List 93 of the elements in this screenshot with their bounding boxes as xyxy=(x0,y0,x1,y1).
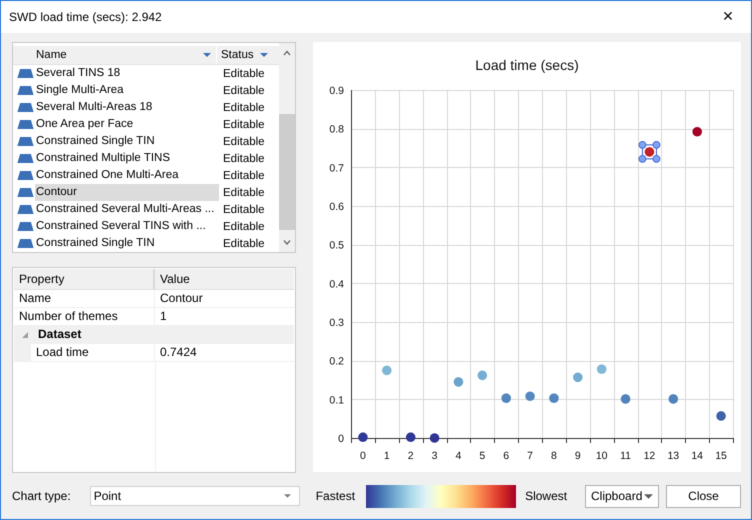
dropdown-icon[interactable] xyxy=(203,53,211,57)
table-cell-text: Editable xyxy=(222,84,266,96)
x-tick-label: 6 xyxy=(503,450,510,462)
list-item[interactable]: Several Multi-Areas 18 xyxy=(35,99,219,116)
data-point[interactable] xyxy=(406,432,416,442)
list-item[interactable]: Several TINS 18 xyxy=(35,65,219,82)
list-item[interactable]: Contour xyxy=(35,184,219,201)
list-item[interactable]: Single Multi-Area xyxy=(35,82,219,99)
y-tick-label: 0.3 xyxy=(329,317,344,329)
chart-type-label: Chart type: xyxy=(12,489,71,503)
y-tick-label: 0.2 xyxy=(329,356,344,368)
property-name: Name xyxy=(14,290,155,307)
column-header: Value xyxy=(159,271,191,288)
property-value[interactable]: 0.7424 xyxy=(155,344,294,361)
table-cell-text: Editable xyxy=(222,220,266,232)
chart-type-dropdown[interactable]: Point xyxy=(90,486,300,506)
y-tick-label: 0.5 xyxy=(329,240,344,252)
y-tick-label: 0.9 xyxy=(329,85,344,97)
y-tick-label: 0 xyxy=(338,433,344,445)
list-item[interactable]: Constrained Multiple TINS xyxy=(35,150,219,167)
x-tick-label: 15 xyxy=(715,450,727,462)
layer-icon xyxy=(17,103,34,112)
x-tick-label: 14 xyxy=(691,450,704,462)
list-item[interactable]: One Area per Face xyxy=(35,116,219,133)
list-item[interactable]: Constrained Single TIN xyxy=(35,133,219,150)
layer-icon xyxy=(17,154,34,163)
y-tick-label: 0.1 xyxy=(329,394,344,406)
x-tick-label: 7 xyxy=(527,450,533,462)
property-name: Number of themes xyxy=(14,308,155,325)
chart-title: Load time (secs) xyxy=(475,57,579,73)
layer-icon xyxy=(17,222,34,231)
data-point[interactable] xyxy=(644,147,654,157)
category-label: Dataset xyxy=(38,326,82,343)
expanded-icon[interactable] xyxy=(22,332,28,338)
list-item[interactable]: Constrained Single TIN xyxy=(35,235,219,252)
selection-handles[interactable] xyxy=(638,140,660,163)
x-tick-label: 9 xyxy=(574,450,581,462)
data-point[interactable] xyxy=(358,432,368,442)
x-tick-label: 13 xyxy=(667,450,680,462)
table-cell-text: Editable xyxy=(222,118,266,130)
window-title: SWD load time (secs): 2.942 xyxy=(8,10,162,24)
layer-icon xyxy=(17,239,34,248)
list-item[interactable]: Constrained Several Multi-Areas ... xyxy=(35,201,219,218)
x-tick-label: 8 xyxy=(551,450,557,462)
table-cell-text: Editable xyxy=(222,152,266,164)
layer-icon xyxy=(17,69,34,78)
x-tick-label: 2 xyxy=(408,450,414,462)
table-cell-text: Editable xyxy=(222,238,266,250)
table-cell-text: Editable xyxy=(222,170,266,182)
legend-label: Slowest xyxy=(525,489,568,503)
layer-icon xyxy=(17,86,34,95)
table-cell-text: Editable xyxy=(222,136,266,148)
column-header[interactable]: Status xyxy=(217,46,273,64)
data-point[interactable] xyxy=(430,433,440,443)
list-item[interactable]: Constrained Several TINS with ... xyxy=(35,218,219,235)
x-tick-label: 11 xyxy=(620,450,632,462)
data-point[interactable] xyxy=(692,126,702,137)
scroll-up-icon[interactable] xyxy=(282,48,292,58)
dropdown-icon[interactable] xyxy=(260,53,268,57)
x-tick-label: 1 xyxy=(384,450,390,462)
legend-label: Fastest xyxy=(316,489,356,503)
scrollbar[interactable] xyxy=(279,43,295,252)
column-header[interactable]: Name xyxy=(29,46,217,64)
y-tick-label: 0.8 xyxy=(329,124,344,136)
caret-icon xyxy=(644,494,653,498)
layer-icon xyxy=(17,188,34,197)
table-cell-text: Editable xyxy=(222,204,266,216)
y-tick-label: 0.4 xyxy=(329,278,344,290)
property-value[interactable]: 1 xyxy=(155,308,294,325)
property-value[interactable]: Contour xyxy=(155,290,294,307)
x-tick-label: 3 xyxy=(432,450,438,462)
x-tick-label: 4 xyxy=(456,450,462,462)
table-cell-text: Editable xyxy=(222,186,266,198)
property-name: Load time xyxy=(31,344,155,361)
x-tick-label: 10 xyxy=(596,450,608,462)
caret-icon xyxy=(284,494,291,498)
table-cell-text: Editable xyxy=(222,68,266,80)
x-tick-label: 5 xyxy=(479,450,486,462)
x-tick-label: 12 xyxy=(644,450,656,462)
layer-icon xyxy=(17,171,34,180)
column-header: Property xyxy=(14,269,155,289)
data-point[interactable] xyxy=(716,411,726,421)
scroll-thumb[interactable] xyxy=(279,114,295,230)
clipboard-dropdown[interactable]: Clipboard xyxy=(585,484,659,508)
y-tick-label: 0.7 xyxy=(329,162,344,174)
layer-icon xyxy=(17,205,34,214)
layer-icon xyxy=(17,120,34,129)
y-tick-label: 0.6 xyxy=(329,201,344,213)
x-tick-label: 0 xyxy=(360,450,366,462)
close-button[interactable]: Close xyxy=(666,484,741,508)
layer-icon xyxy=(17,137,34,146)
table-cell-text: Editable xyxy=(222,102,266,114)
list-item[interactable]: Constrained One Multi-Area xyxy=(35,167,219,184)
